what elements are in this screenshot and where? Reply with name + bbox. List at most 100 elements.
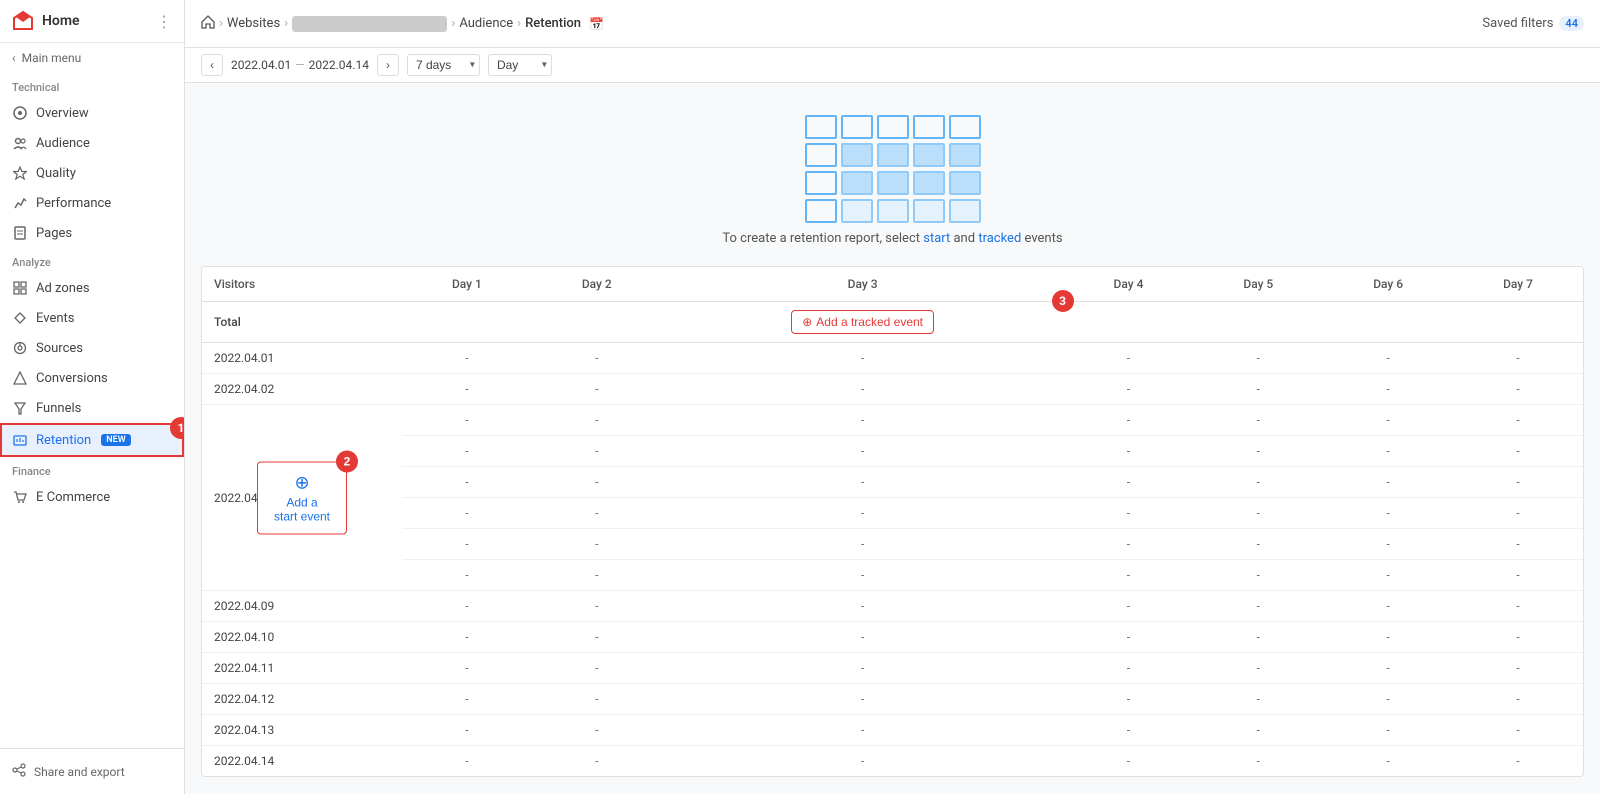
day3-cell: - bbox=[662, 684, 1064, 715]
col-day6: Day 6 bbox=[1323, 267, 1453, 302]
home-icon[interactable] bbox=[201, 15, 215, 33]
table-row: 2022.04.01 - - - - - - - bbox=[202, 343, 1583, 374]
app-logo-icon bbox=[12, 10, 34, 32]
day2-cell: - bbox=[532, 498, 662, 529]
main-content: › Websites › ████████████████ › Audience… bbox=[185, 0, 1600, 794]
sidebar-item-overview[interactable]: Overview bbox=[0, 98, 184, 128]
date-cell: 2022.04.09 bbox=[202, 591, 402, 622]
day5-cell: - bbox=[1193, 436, 1323, 467]
retention-table-wrapper: Visitors Day 1 Day 2 Day 3 Day 4 Day 5 D… bbox=[201, 266, 1584, 777]
share-export-item[interactable]: Share and export bbox=[12, 757, 172, 786]
sidebar-more-icon[interactable]: ⋮ bbox=[156, 12, 172, 31]
day1-cell: - bbox=[402, 498, 532, 529]
granularity-select[interactable]: Day Hour Week Month bbox=[488, 54, 552, 76]
calendar-icon[interactable]: 📅 bbox=[589, 17, 604, 31]
date-cell: 2022.04.12 bbox=[202, 684, 402, 715]
preview-cell-filled bbox=[949, 143, 981, 167]
retention-new-badge: NEW bbox=[101, 434, 130, 446]
retention-preview: To create a retention report, select sta… bbox=[201, 99, 1584, 254]
day6-cell: - bbox=[1323, 715, 1453, 746]
date-to: 2022.04.14 bbox=[309, 58, 369, 72]
breadcrumb-websites[interactable]: Websites bbox=[227, 16, 280, 31]
retention-table: Visitors Day 1 Day 2 Day 3 Day 4 Day 5 D… bbox=[202, 267, 1583, 776]
tracked-link[interactable]: tracked bbox=[978, 231, 1021, 246]
sidebar-item-ecommerce-label: E Commerce bbox=[36, 490, 110, 505]
day7-cell: - bbox=[1453, 591, 1583, 622]
date-next-button[interactable]: › bbox=[377, 54, 399, 76]
ad-zones-icon bbox=[12, 280, 28, 296]
date-prev-button[interactable]: ‹ bbox=[201, 54, 223, 76]
day1-cell: - bbox=[402, 653, 532, 684]
day7-cell: - bbox=[1453, 715, 1583, 746]
sidebar-item-sources[interactable]: Sources bbox=[0, 333, 184, 363]
sidebar-item-events-label: Events bbox=[36, 311, 74, 326]
add-tracked-event-button[interactable]: ⊕ Add a tracked event bbox=[791, 310, 934, 334]
day7-cell: - bbox=[1453, 467, 1583, 498]
preview-cell bbox=[841, 115, 873, 139]
table-total-row: Total ⊕ Add a tracked event 3 bbox=[202, 302, 1583, 343]
sidebar-item-pages[interactable]: Pages bbox=[0, 218, 184, 248]
day1-cell: - bbox=[402, 343, 532, 374]
sidebar-main-menu[interactable]: ‹ Main menu bbox=[0, 43, 184, 73]
section-label-technical: Technical bbox=[0, 73, 184, 98]
sidebar-item-ad-zones[interactable]: Ad zones bbox=[0, 273, 184, 303]
day6-cell: - bbox=[1323, 746, 1453, 777]
day3-cell: - bbox=[662, 560, 1064, 591]
start-link[interactable]: start bbox=[923, 231, 950, 246]
saved-filters[interactable]: Saved filters 44 bbox=[1482, 16, 1584, 31]
table-row: 2022.04.02 - - - - - - - bbox=[202, 374, 1583, 405]
events-icon bbox=[12, 310, 28, 326]
day6-cell: - bbox=[1323, 684, 1453, 715]
day4-cell: - bbox=[1064, 715, 1194, 746]
preview-cell-filled bbox=[841, 143, 873, 167]
day6-cell: - bbox=[1323, 374, 1453, 405]
preview-cell bbox=[805, 171, 837, 195]
day7-cell: - bbox=[1453, 622, 1583, 653]
sidebar-item-performance[interactable]: Performance bbox=[0, 188, 184, 218]
day6-cell: - bbox=[1323, 560, 1453, 591]
total-day6 bbox=[1323, 302, 1453, 343]
day6-cell: - bbox=[1323, 343, 1453, 374]
day5-cell: - bbox=[1193, 653, 1323, 684]
sidebar-item-conversions[interactable]: Conversions bbox=[0, 363, 184, 393]
preview-cell bbox=[877, 115, 909, 139]
day3-cell: - bbox=[662, 653, 1064, 684]
sidebar-item-audience[interactable]: Audience bbox=[0, 128, 184, 158]
day1-cell: - bbox=[402, 684, 532, 715]
retention-message: To create a retention report, select sta… bbox=[722, 231, 1062, 246]
sidebar-logo[interactable]: Home bbox=[12, 10, 80, 32]
day7-cell: - bbox=[1453, 405, 1583, 436]
performance-icon bbox=[12, 195, 28, 211]
saved-filters-label: Saved filters bbox=[1482, 16, 1553, 31]
sidebar-item-funnels[interactable]: Funnels bbox=[0, 393, 184, 423]
breadcrumb-sep-2: › bbox=[284, 16, 288, 31]
breadcrumb-audience[interactable]: Audience bbox=[459, 16, 513, 31]
sidebar-item-ecommerce[interactable]: E Commerce bbox=[0, 482, 184, 512]
date-arrow: — bbox=[295, 58, 304, 72]
add-tracked-event-label: Add a tracked event bbox=[816, 315, 923, 329]
table-row: 2022.04.13 - - - - - - - bbox=[202, 715, 1583, 746]
plus-circle-icon: ⊕ bbox=[294, 472, 309, 493]
sidebar-item-funnels-label: Funnels bbox=[36, 401, 81, 416]
breadcrumb: › Websites › ████████████████ › Audience… bbox=[201, 15, 604, 33]
col-day5: Day 5 bbox=[1193, 267, 1323, 302]
table-row: - - - - - - - bbox=[202, 560, 1583, 591]
sidebar-item-quality[interactable]: Quality bbox=[0, 158, 184, 188]
main-menu-label: Main menu bbox=[22, 51, 82, 65]
day7-cell: - bbox=[1453, 374, 1583, 405]
sidebar-item-events[interactable]: Events bbox=[0, 303, 184, 333]
day3-cell: - bbox=[662, 498, 1064, 529]
day6-cell: - bbox=[1323, 529, 1453, 560]
day5-cell: - bbox=[1193, 529, 1323, 560]
table-row: 2022.04.12 - - - - - - - bbox=[202, 684, 1583, 715]
sidebar-item-retention[interactable]: Retention NEW 1 bbox=[0, 423, 184, 457]
day3-cell: - bbox=[662, 591, 1064, 622]
day4-cell: - bbox=[1064, 622, 1194, 653]
add-start-event-button[interactable]: ⊕ Add astart event 2 bbox=[257, 461, 347, 534]
plus-icon: ⊕ bbox=[802, 315, 812, 329]
date-cell: 2022.04.01 bbox=[202, 343, 402, 374]
sidebar-item-sources-label: Sources bbox=[36, 341, 83, 356]
day1-cell: - bbox=[402, 529, 532, 560]
period-select[interactable]: 7 days 14 days 30 days bbox=[407, 54, 480, 76]
preview-cell-filled bbox=[877, 143, 909, 167]
